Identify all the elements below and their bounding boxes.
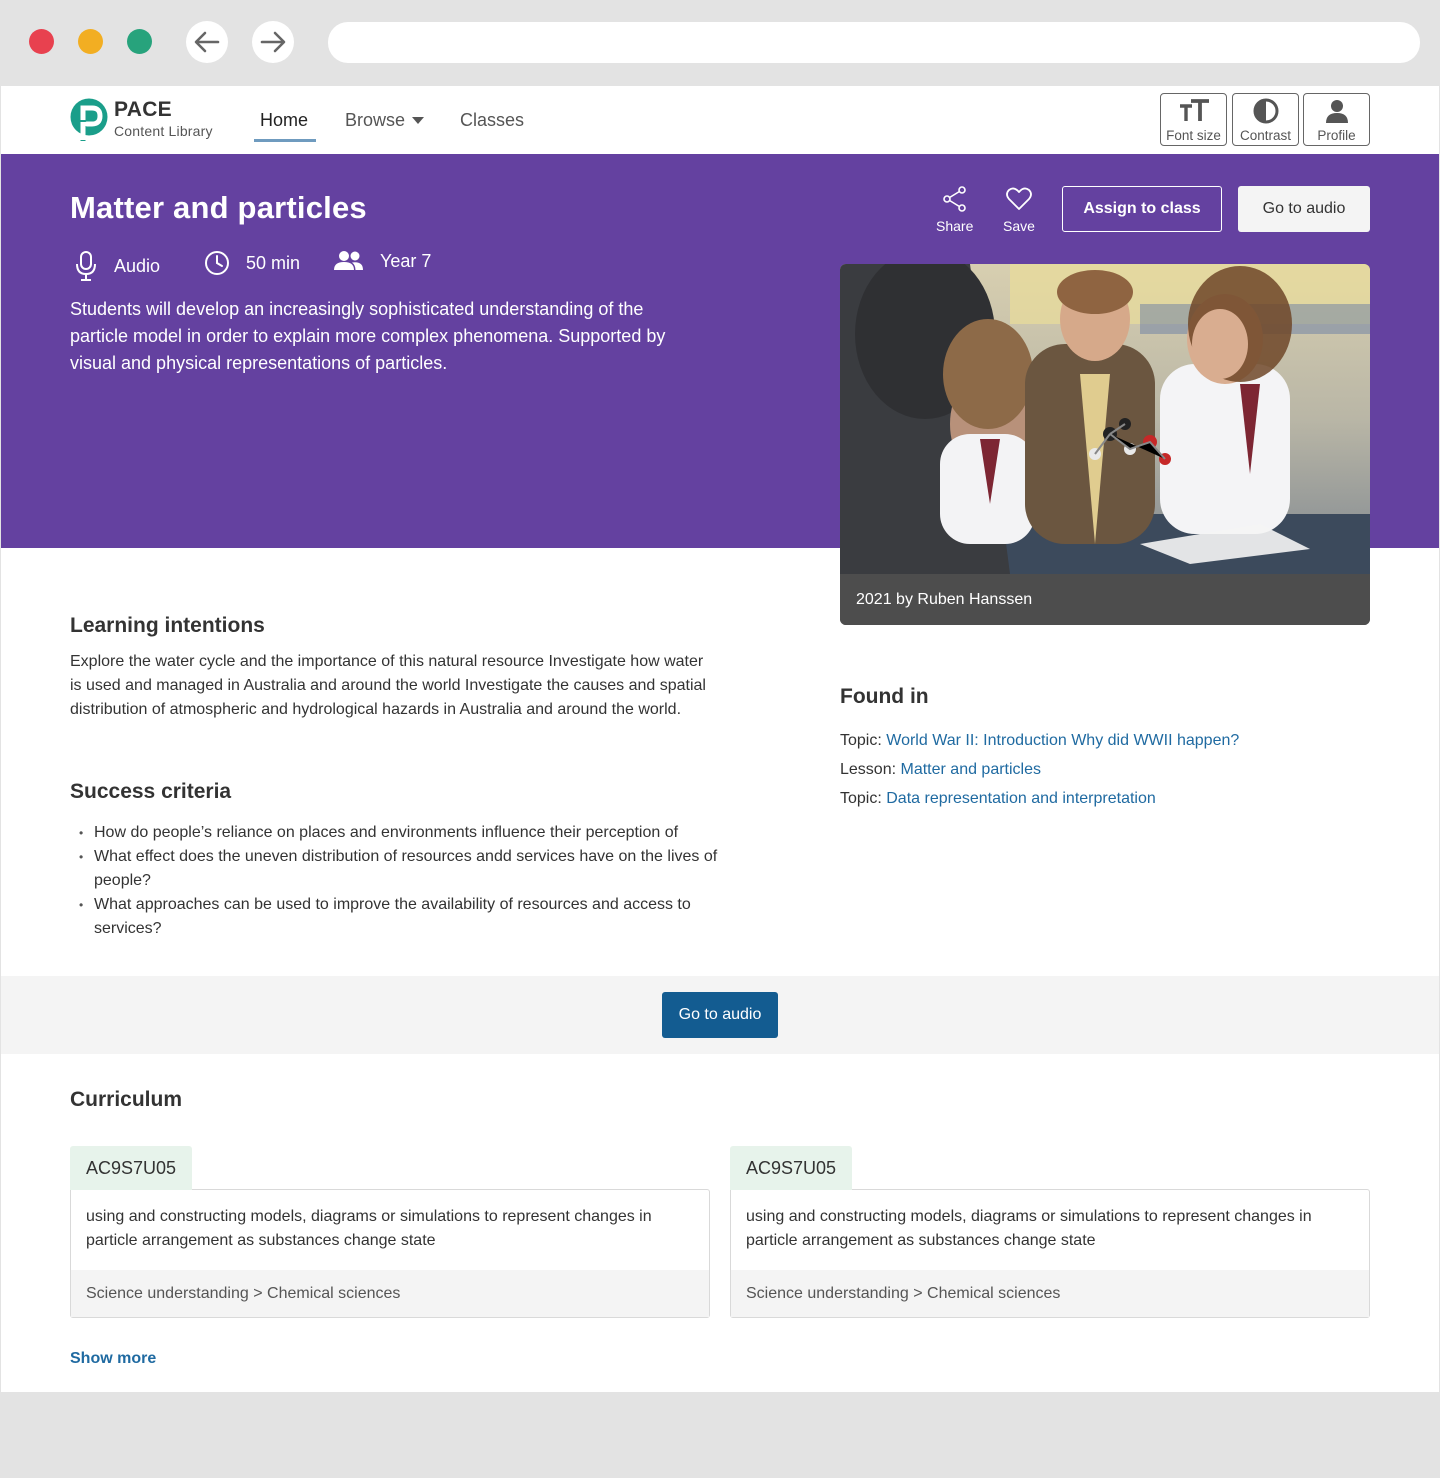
browser-back-button[interactable]: [186, 21, 228, 63]
image-caption: 2021 by Ruben Hanssen: [840, 574, 1370, 625]
lesson-image-card: 2021 by Ruben Hanssen: [840, 264, 1370, 625]
browser-forward-button[interactable]: [252, 21, 294, 63]
cta-band: Go to audio: [1, 976, 1439, 1054]
share-icon: [942, 186, 966, 212]
nav-home[interactable]: Home: [260, 110, 308, 131]
found-in-link[interactable]: World War II: Introduction Why did WWII …: [886, 732, 1239, 749]
curriculum-card-body: using and constructing models, diagrams …: [70, 1189, 710, 1318]
meta-duration: 50 min: [204, 250, 300, 276]
list-item: How do people’s reliance on places and e…: [70, 821, 720, 845]
learning-intentions-text: Explore the water cycle and the importan…: [70, 653, 706, 718]
share-button[interactable]: Share: [936, 186, 973, 234]
window-minimize-dot[interactable]: [78, 29, 103, 54]
success-criteria-list: How do people’s reliance on places and e…: [70, 821, 720, 941]
curriculum-code: AC9S7U05: [70, 1146, 193, 1190]
font-size-button[interactable]: Font size: [1160, 93, 1227, 146]
pace-logo-icon[interactable]: [70, 98, 108, 141]
share-label: Share: [936, 218, 974, 234]
classroom-photo: [840, 264, 1370, 574]
meta-year-label: Year 7: [380, 250, 432, 271]
page: PACE Content Library Home Browse Classes…: [1, 86, 1439, 1392]
curriculum-card-body: using and constructing models, diagrams …: [730, 1189, 1370, 1318]
save-label: Save: [1003, 218, 1035, 234]
curriculum-path: Science understanding > Chemical science…: [71, 1270, 709, 1317]
meta-type: Audio: [74, 250, 160, 282]
found-in-item: Topic: Data representation and interpret…: [840, 784, 1239, 813]
found-in-label: Topic:: [840, 732, 882, 749]
profile-button[interactable]: Profile: [1303, 93, 1370, 146]
arrow-right-icon: [260, 31, 286, 53]
nav-classes[interactable]: Classes: [460, 110, 524, 131]
address-bar[interactable]: [328, 22, 1420, 63]
nav-browse[interactable]: Browse: [345, 110, 405, 131]
curriculum-code: AC9S7U05: [730, 1146, 853, 1190]
found-in-item: Lesson: Matter and particles: [840, 755, 1239, 784]
found-in-link[interactable]: Matter and particles: [901, 761, 1042, 778]
font-size-label: Font size: [1166, 128, 1221, 143]
brand-subtitle: Content Library: [114, 123, 213, 139]
nav-active-indicator: [254, 139, 316, 142]
users-icon: [334, 251, 363, 270]
site-header: PACE Content Library Home Browse Classes…: [1, 86, 1439, 154]
curriculum-card: AC9S7U05 using and constructing models, …: [730, 1146, 1370, 1318]
show-more-link[interactable]: Show more: [70, 1350, 156, 1368]
heart-icon: [1006, 187, 1032, 210]
curriculum-path: Science understanding > Chemical science…: [731, 1270, 1369, 1317]
list-item: What effect does the uneven distribution…: [70, 845, 720, 893]
found-in-item: Topic: World War II: Introduction Why di…: [840, 726, 1239, 755]
brand-title: PACE: [114, 98, 172, 121]
found-in-list: Topic: World War II: Introduction Why di…: [840, 726, 1239, 813]
success-criteria-heading: Success criteria: [70, 780, 232, 803]
microphone-icon: [76, 251, 96, 281]
found-in-link[interactable]: Data representation and interpretation: [886, 790, 1156, 807]
page-title: Matter and particles: [70, 190, 367, 225]
found-in-heading: Found in: [840, 685, 929, 708]
browser-chrome: [0, 0, 1440, 86]
curriculum-description: using and constructing models, diagrams …: [86, 1208, 652, 1249]
assign-to-class-button[interactable]: Assign to class: [1062, 186, 1222, 232]
go-to-audio-button-top[interactable]: Go to audio: [1238, 186, 1370, 232]
arrow-left-icon: [194, 31, 220, 53]
window-maximize-dot[interactable]: [127, 29, 152, 54]
curriculum-card: AC9S7U05 using and constructing models, …: [70, 1146, 710, 1318]
list-item: What approaches can be used to improve t…: [70, 893, 720, 941]
contrast-icon: [1253, 98, 1278, 124]
contrast-label: Contrast: [1239, 128, 1292, 143]
user-icon: [1325, 100, 1348, 123]
found-in-label: Topic:: [840, 790, 882, 807]
go-to-audio-button[interactable]: Go to audio: [662, 992, 778, 1038]
profile-label: Profile: [1317, 128, 1356, 143]
learning-intentions-heading: Learning intentions: [70, 614, 265, 637]
curriculum-heading: Curriculum: [70, 1088, 183, 1111]
caret-down-icon[interactable]: [412, 117, 424, 124]
window-close-dot[interactable]: [29, 29, 54, 54]
clock-icon: [205, 251, 229, 275]
meta-duration-label: 50 min: [246, 252, 301, 273]
curriculum-description: using and constructing models, diagrams …: [746, 1208, 1312, 1249]
found-in-label: Lesson:: [840, 761, 897, 778]
save-button[interactable]: Save: [1003, 186, 1035, 234]
meta-type-label: Audio: [114, 255, 161, 276]
contrast-button[interactable]: Contrast: [1232, 93, 1299, 146]
meta-year: Year 7: [334, 250, 431, 272]
font-size-icon: [1179, 99, 1209, 121]
page-description: Students will develop an increasingly so…: [70, 299, 666, 373]
